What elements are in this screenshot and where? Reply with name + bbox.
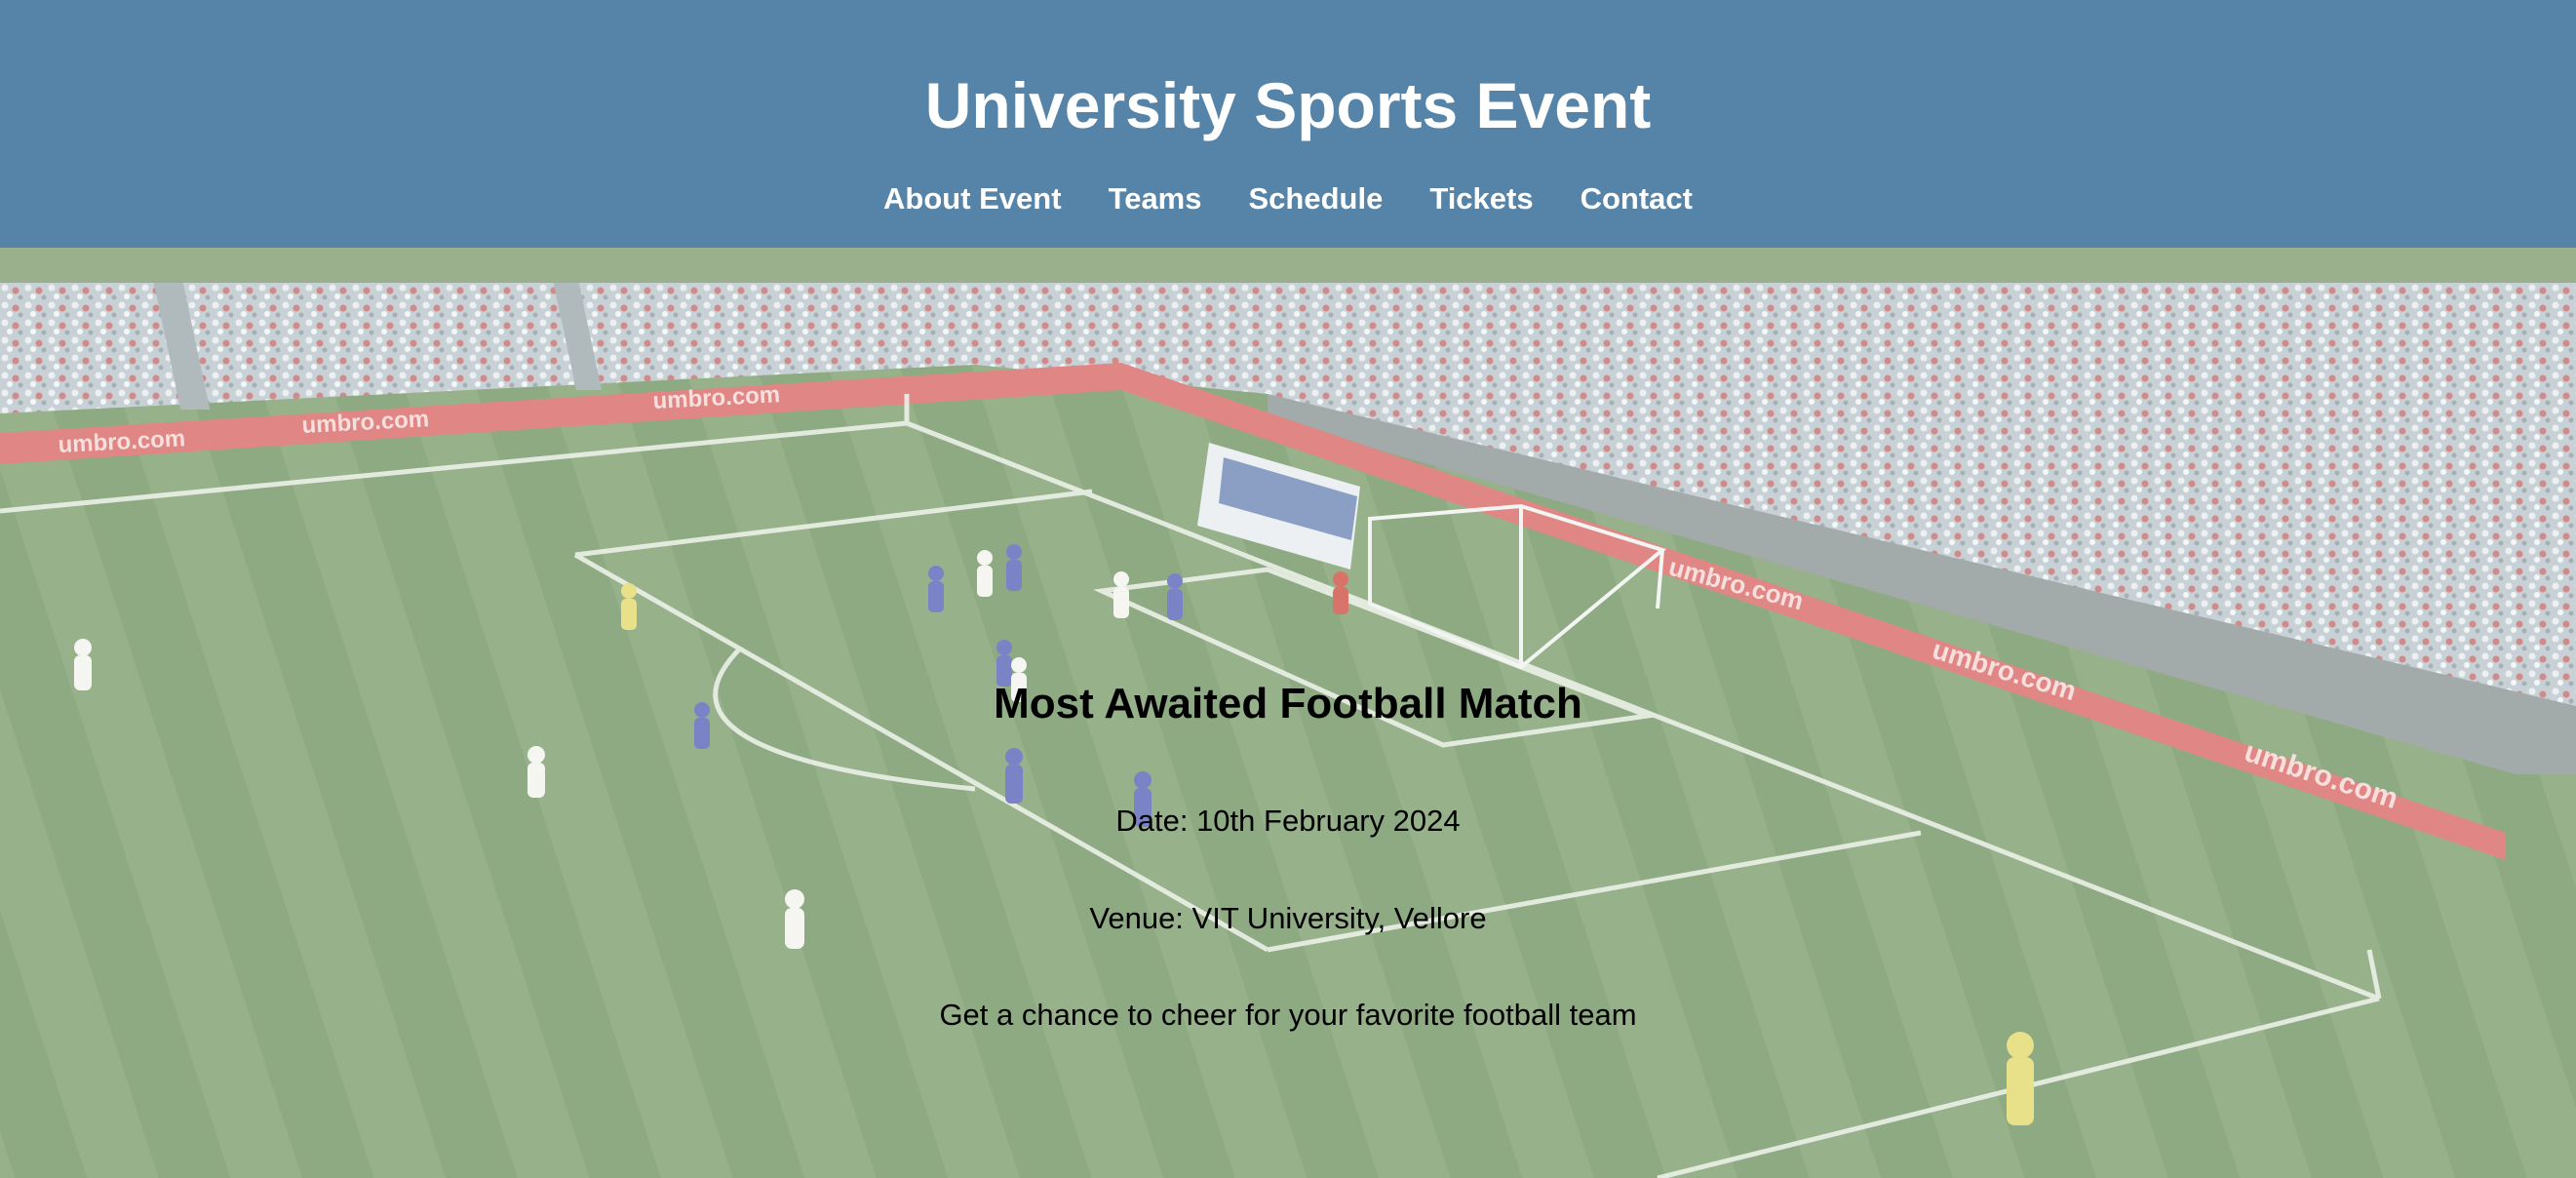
nav-contact[interactable]: Contact bbox=[1581, 179, 1693, 218]
event-tagline: Get a chance to cheer for your favorite … bbox=[939, 998, 1637, 1032]
nav-schedule[interactable]: Schedule bbox=[1248, 179, 1383, 218]
nav-teams[interactable]: Teams bbox=[1109, 179, 1202, 218]
event-date: Date: 10th February 2024 bbox=[1115, 804, 1461, 838]
hero-content: Most Awaited Football Match Date: 10th F… bbox=[0, 248, 2576, 1178]
event-venue: Venue: VIT University, Vellore bbox=[1089, 901, 1487, 935]
event-heading: Most Awaited Football Match bbox=[994, 680, 1582, 727]
page: University Sports Event About Event Team… bbox=[0, 0, 2576, 1178]
site-header: University Sports Event About Event Team… bbox=[0, 0, 2576, 248]
main-nav: About Event Teams Schedule Tickets Conta… bbox=[0, 179, 2576, 218]
hero-section: umbro.com umbro.com umbro.com umbro.com … bbox=[0, 248, 2576, 1178]
nav-about-event[interactable]: About Event bbox=[883, 179, 1062, 218]
nav-tickets[interactable]: Tickets bbox=[1429, 179, 1533, 218]
site-title: University Sports Event bbox=[924, 69, 1652, 141]
